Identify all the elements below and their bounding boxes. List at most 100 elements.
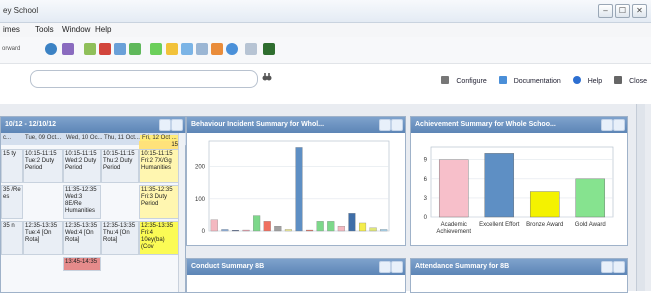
grid-icon[interactable] (181, 43, 193, 55)
wrench-icon[interactable] (601, 119, 613, 131)
bar (231, 230, 240, 232)
calendar-slot[interactable]: 12:35-13:35 Tue:4 [On Rota] (23, 221, 63, 255)
close-link[interactable]: Close (609, 76, 647, 85)
achievement-chart: 0 3 6 9 AcademicAchievement Excellent Effort B… (424, 146, 614, 235)
maximize-button[interactable]: ☐ (615, 4, 630, 18)
binoculars-icon[interactable] (262, 72, 272, 82)
x-tick-label: Excellent Effort (479, 222, 520, 228)
refresh-icon[interactable] (613, 261, 625, 273)
x-tick-label: Bronze Award (526, 222, 563, 228)
calendar-panel: 10/12 - 12/10/12 c... Tue, 09 Oct... Wed… (0, 116, 187, 293)
chart-icon[interactable] (129, 43, 141, 55)
achievement-title: Achievement Summary for Whole Schoo... (415, 121, 556, 128)
help-link[interactable]: Help (568, 76, 602, 85)
attendance-panel: Attendance Summary for 8B (410, 258, 628, 293)
refresh-icon[interactable] (171, 119, 183, 131)
calendar-slot[interactable]: 11:35-12:35 Wed:3 8E/Re Humanities (63, 185, 101, 219)
day-header[interactable]: Wed, 10 Oc... (66, 135, 103, 141)
today-number: 15 (139, 141, 179, 149)
calendar-slot[interactable]: 15 ty (1, 149, 23, 183)
y-tick-label: 3 (424, 196, 428, 202)
configure-link[interactable]: Configure (436, 76, 487, 85)
clock-icon[interactable] (226, 43, 238, 55)
day-header[interactable]: c... (3, 135, 11, 141)
bar (327, 221, 335, 232)
calendar-slot[interactable]: 12:35-13:35 Wed:4 [On Rota] (63, 221, 101, 255)
calendar-slot[interactable]: 11:35-12:35 Fri:3 Duty Period (139, 185, 179, 219)
menu-item-tools[interactable]: Tools (35, 25, 54, 34)
day-header[interactable]: Tue, 09 Oct... (25, 135, 61, 141)
x-tick-label: Gold Award (575, 222, 606, 228)
header-links: Configure Documentation Help Close (431, 76, 647, 85)
title-bar: ey School – ☐ ✕ (0, 0, 651, 23)
bar (253, 215, 261, 232)
menu-item-times[interactable]: imes (3, 25, 20, 34)
globe-icon[interactable] (45, 43, 57, 55)
bar (306, 229, 314, 232)
bar (263, 221, 271, 232)
minimize-button[interactable]: – (598, 4, 613, 18)
award-icon[interactable] (166, 43, 178, 55)
calendar-slot[interactable]: 12:35-13:35 Fri:4 10ey(ba)(Cov (139, 221, 179, 255)
bar (484, 153, 515, 218)
conduct-title: Conduct Summary 8B (191, 263, 265, 270)
refresh-icon[interactable] (391, 119, 403, 131)
settings-icon[interactable] (245, 43, 257, 55)
calendar-slot[interactable]: 12:35-13:35 Thu:4 [On Rota] (101, 221, 139, 255)
achievement-header: Achievement Summary for Whole Schoo... (411, 117, 627, 133)
menu-item-window[interactable]: Window (62, 25, 90, 34)
search-row: Configure Documentation Help Close (0, 64, 651, 104)
refresh-icon[interactable] (391, 261, 403, 273)
bar (358, 222, 367, 232)
book-icon[interactable] (84, 43, 96, 55)
y-tick-label: 9 (424, 158, 428, 164)
list-icon[interactable] (196, 43, 208, 55)
wrench-icon[interactable] (159, 119, 171, 131)
close-window-button[interactable]: ✕ (632, 4, 647, 18)
conduct-panel: Conduct Summary 8B (186, 258, 406, 293)
wrench-icon[interactable] (379, 119, 391, 131)
calendar-slot[interactable]: 35 n (1, 221, 23, 255)
bar (529, 191, 560, 218)
bar (210, 219, 218, 232)
calendar-scrollbar[interactable] (178, 133, 185, 292)
behaviour-panel: Behaviour Incident Summary for Whol... 0… (186, 116, 406, 246)
report-icon[interactable] (114, 43, 126, 55)
bar (348, 213, 356, 232)
bar (284, 229, 292, 232)
bar (575, 178, 606, 218)
wrench-icon[interactable] (379, 261, 391, 273)
calendar-slot[interactable]: 10:15-11:15 Thu:2 Duty Period (101, 149, 139, 183)
y-tick-label: 100 (195, 197, 206, 203)
menu-item-help[interactable]: Help (95, 25, 111, 34)
calendar-slot[interactable]: 10:15-11:15 Wed:2 Duty Period (63, 149, 101, 183)
graph-icon[interactable] (150, 43, 162, 55)
help-icon (572, 76, 581, 84)
flag-icon[interactable] (99, 43, 111, 55)
behaviour-title: Behaviour Incident Summary for Whol... (191, 121, 325, 128)
attendance-title: Attendance Summary for 8B (415, 263, 510, 270)
y-tick-label: 0 (424, 215, 428, 221)
documentation-link[interactable]: Documentation (494, 76, 561, 85)
people-icon[interactable] (62, 43, 74, 55)
forward-label: orward (2, 46, 21, 52)
calendar-slot[interactable]: 13:45-14:35 (63, 257, 101, 271)
refresh-icon[interactable] (613, 119, 625, 131)
calendar-title: 10/12 - 12/10/12 (5, 121, 56, 128)
bar (274, 226, 282, 232)
attendance-header: Attendance Summary for 8B (411, 259, 627, 275)
wrench-icon[interactable] (601, 261, 613, 273)
image-icon[interactable] (263, 43, 275, 55)
bar (369, 227, 377, 232)
calendar-slot[interactable]: 35 /Re es (1, 185, 23, 219)
calendar-slot[interactable]: 10:15-11:15 Fri:2 7X/Gg Humanities (139, 149, 179, 183)
workspace-scrollbar[interactable] (636, 104, 645, 291)
day-header[interactable]: Thu, 11 Oct... (104, 135, 140, 141)
behaviour-header: Behaviour Incident Summary for Whol... (187, 117, 405, 133)
calendar-slot[interactable]: 10:15-11:15 Tue:2 Duty Period (23, 149, 63, 183)
conduct-header: Conduct Summary 8B (187, 259, 405, 275)
tools-icon[interactable] (211, 43, 223, 55)
bar (316, 221, 324, 232)
x-tick-label: Achievement (436, 229, 471, 235)
search-input[interactable] (30, 70, 258, 88)
